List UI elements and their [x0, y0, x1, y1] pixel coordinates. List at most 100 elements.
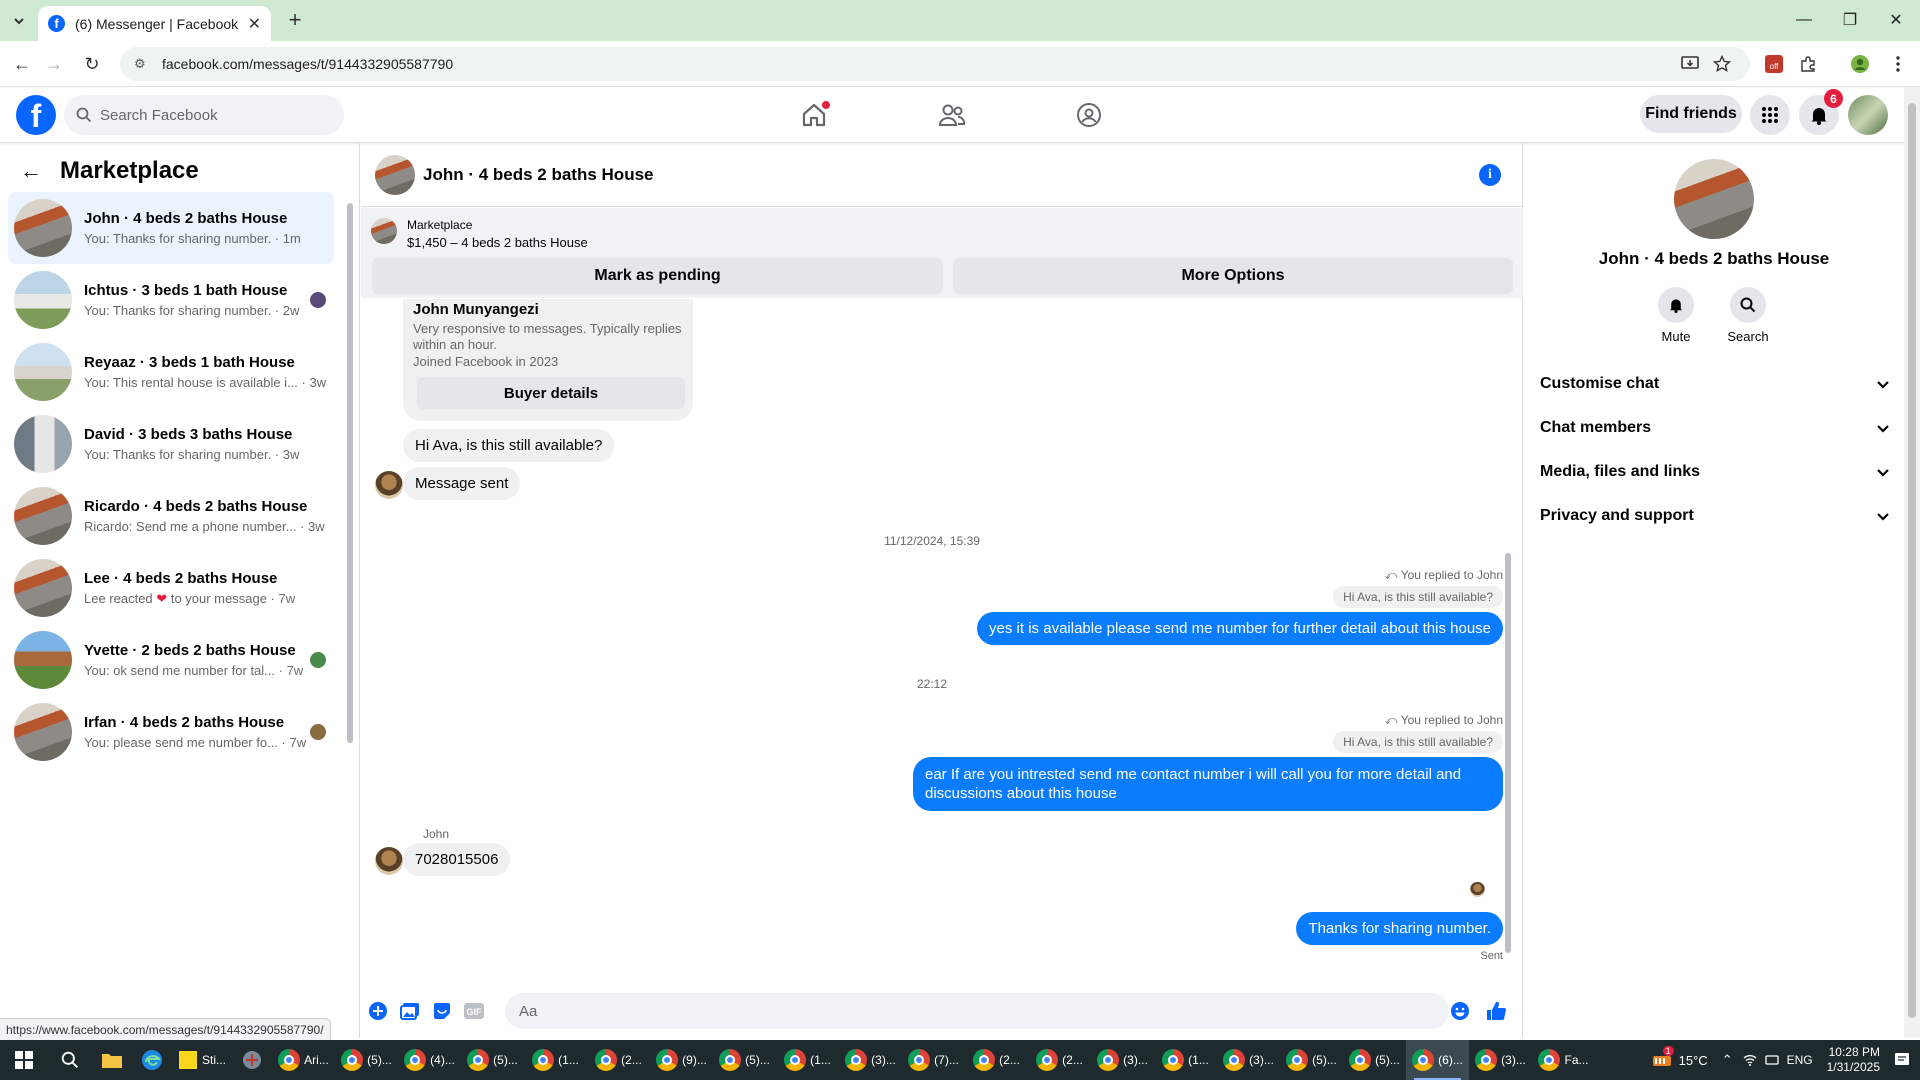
active-browser-tab[interactable]: f (6) Messenger | Facebook ✕: [38, 6, 271, 41]
buyer-details-button[interactable]: Buyer details: [417, 377, 685, 409]
minimize-button[interactable]: —: [1784, 6, 1824, 34]
outgoing-message[interactable]: yes it is available please send me numbe…: [977, 612, 1503, 645]
nav-groups[interactable]: [1033, 89, 1145, 141]
weather-temp[interactable]: 15°C: [1679, 1053, 1708, 1068]
weather-icon[interactable]: 1: [1651, 1046, 1674, 1068]
incoming-message[interactable]: 7028015506: [403, 843, 511, 876]
conversation-item[interactable]: Yvette · 2 beds 2 baths House You: ok sen…: [8, 624, 334, 696]
chrome-profile-icon[interactable]: [1848, 52, 1872, 76]
taskbar-chrome-window[interactable]: (5)...: [713, 1040, 776, 1080]
taskbar-chrome-window[interactable]: (2...: [965, 1040, 1028, 1080]
chat-title[interactable]: John · 4 beds 2 baths House: [423, 165, 654, 185]
extension-off-icon[interactable]: off: [1762, 52, 1786, 76]
bookmark-star-icon[interactable]: [1710, 52, 1734, 76]
emoji-icon[interactable]: [1449, 1000, 1471, 1022]
like-thumb-icon[interactable]: [1485, 1000, 1507, 1022]
taskbar-chrome-window[interactable]: (2...: [587, 1040, 650, 1080]
close-tab-icon[interactable]: ✕: [248, 14, 261, 34]
reload-button[interactable]: ↻: [78, 50, 106, 78]
app-button[interactable]: [232, 1040, 272, 1080]
attach-photo-icon[interactable]: [399, 1000, 421, 1022]
taskbar-chrome-window[interactable]: (6)...: [1406, 1040, 1469, 1080]
scrollbar-thumb[interactable]: [1908, 103, 1916, 1018]
start-button[interactable]: [0, 1040, 48, 1080]
conversation-item[interactable]: John · 4 beds 2 baths House You: Thanks f…: [8, 192, 334, 264]
quoted-message[interactable]: Hi Ava, is this still available?: [1333, 731, 1503, 753]
taskbar-chrome-window[interactable]: (9)...: [650, 1040, 713, 1080]
taskbar-chrome-window[interactable]: (5)...: [335, 1040, 398, 1080]
sticky-notes-button[interactable]: Sti...: [172, 1040, 232, 1080]
search-in-chat-button[interactable]: Search: [1718, 287, 1778, 344]
outgoing-message[interactable]: ear If are you intrested send me contact…: [913, 757, 1503, 811]
notification-center-icon[interactable]: [1894, 1052, 1910, 1068]
nav-friends[interactable]: [896, 89, 1008, 141]
taskbar-chrome-window[interactable]: (3)...: [1469, 1040, 1532, 1080]
volume-icon[interactable]: [1764, 1054, 1779, 1066]
menu-button[interactable]: [1750, 95, 1790, 135]
sender-avatar[interactable]: [375, 471, 403, 499]
chat-thumbnail[interactable]: [375, 154, 415, 195]
incoming-message[interactable]: Hi Ava, is this still available?: [403, 429, 615, 462]
info-icon[interactable]: i: [1479, 164, 1501, 186]
conversation-item[interactable]: Irfan · 4 beds 2 baths House You: please …: [8, 696, 334, 768]
facebook-search[interactable]: [64, 95, 344, 135]
taskbar-chrome-window[interactable]: (5)...: [461, 1040, 524, 1080]
gif-icon[interactable]: GIF: [463, 1000, 485, 1022]
taskbar-search-button[interactable]: [48, 1040, 92, 1080]
install-app-icon[interactable]: [1678, 52, 1702, 76]
omnibox[interactable]: ⚙ facebook.com/messages/t/91443329055877…: [120, 47, 1750, 81]
taskbar-chrome-window[interactable]: (7)...: [902, 1040, 965, 1080]
tab-search-button[interactable]: [6, 8, 32, 34]
taskbar-chrome-window[interactable]: Ari...: [272, 1040, 335, 1080]
nav-home[interactable]: [758, 89, 870, 141]
conversation-item[interactable]: Ricardo · 4 beds 2 baths House Ricardo: S…: [8, 480, 334, 552]
edge-button[interactable]: [132, 1040, 172, 1080]
page-scrollbar[interactable]: [1904, 87, 1920, 1038]
search-input[interactable]: [100, 106, 320, 124]
new-tab-button[interactable]: +: [282, 8, 308, 34]
conversation-item[interactable]: Reyaaz · 3 beds 1 bath House You: This re…: [8, 336, 334, 408]
taskbar-chrome-window[interactable]: (3)...: [1217, 1040, 1280, 1080]
listing-price[interactable]: $1,450 – 4 beds 2 baths House: [407, 235, 588, 250]
conversation-item[interactable]: Lee · 4 beds 2 baths House Lee reacted ❤…: [8, 552, 334, 624]
taskbar-chrome-window[interactable]: (3)...: [1091, 1040, 1154, 1080]
mute-button[interactable]: Mute: [1646, 287, 1706, 344]
sticker-icon[interactable]: [431, 1000, 453, 1022]
chevron-up-icon[interactable]: ⌃: [1722, 1052, 1733, 1068]
account-avatar[interactable]: [1848, 95, 1888, 135]
conversation-item[interactable]: David · 3 beds 3 baths House You: Thanks …: [8, 408, 334, 480]
more-options-button[interactable]: More Options: [953, 258, 1513, 294]
taskbar-chrome-window[interactable]: Fa...: [1532, 1040, 1595, 1080]
sender-avatar[interactable]: [375, 847, 403, 875]
media-files-section[interactable]: Media, files and links: [1540, 450, 1890, 494]
chat-members-section[interactable]: Chat members: [1540, 406, 1890, 450]
chrome-menu-icon[interactable]: [1886, 52, 1910, 76]
taskbar-chrome-window[interactable]: (5)...: [1343, 1040, 1406, 1080]
taskbar-chrome-window[interactable]: (1...: [1154, 1040, 1217, 1080]
privacy-support-section[interactable]: Privacy and support: [1540, 494, 1890, 538]
language-indicator[interactable]: ENG: [1787, 1053, 1813, 1067]
quoted-message[interactable]: Hi Ava, is this still available?: [1333, 586, 1503, 608]
taskbar-chrome-window[interactable]: (1...: [524, 1040, 587, 1080]
conversation-list-scrollbar[interactable]: [346, 193, 354, 753]
scrollbar-thumb[interactable]: [1505, 553, 1511, 953]
file-explorer-button[interactable]: [92, 1040, 132, 1080]
taskbar-chrome-window[interactable]: (3)...: [839, 1040, 902, 1080]
forward-button[interactable]: →: [40, 50, 68, 78]
taskbar-chrome-window[interactable]: (5)...: [1280, 1040, 1343, 1080]
facebook-logo-icon[interactable]: f: [16, 95, 56, 135]
back-arrow-icon[interactable]: ←: [20, 158, 42, 184]
taskbar-chrome-window[interactable]: (1...: [776, 1040, 839, 1080]
site-info-icon[interactable]: ⚙: [134, 56, 150, 72]
customise-chat-section[interactable]: Customise chat: [1540, 362, 1890, 406]
listing-thumbnail[interactable]: [371, 218, 397, 244]
conversation-item[interactable]: Ichtus · 3 beds 1 bath House You: Thanks …: [8, 264, 334, 336]
taskbar-chrome-window[interactable]: (2...: [1028, 1040, 1091, 1080]
chat-scrollbar[interactable]: [1503, 303, 1513, 979]
chat-details-thumbnail[interactable]: [1674, 159, 1754, 239]
clock[interactable]: 10:28 PM 1/31/2025: [1827, 1045, 1880, 1075]
message-input[interactable]: [505, 993, 1449, 1029]
taskbar-chrome-window[interactable]: (4)...: [398, 1040, 461, 1080]
outgoing-message[interactable]: Thanks for sharing number.: [1296, 912, 1503, 945]
incoming-message[interactable]: Message sent: [403, 467, 521, 500]
